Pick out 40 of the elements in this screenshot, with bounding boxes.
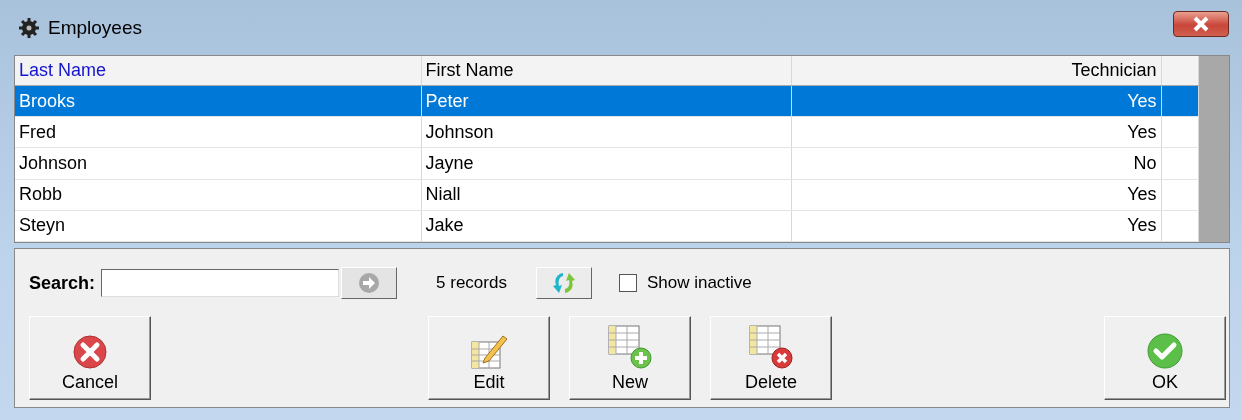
checkmark-icon — [1146, 332, 1184, 370]
table-cell: Yes — [791, 210, 1161, 242]
table-cell: No — [791, 147, 1161, 180]
refresh-icon — [550, 270, 577, 296]
table-cell: Niall — [421, 179, 791, 211]
close-icon — [1191, 15, 1211, 32]
window-title: Employees — [48, 16, 142, 39]
gear-icon — [18, 16, 40, 39]
column-header[interactable]: Last Name — [15, 56, 421, 86]
column-header[interactable]: Technician — [791, 56, 1161, 86]
refresh-button[interactable] — [535, 267, 592, 299]
delete-button[interactable]: Delete — [710, 316, 832, 400]
ok-button[interactable]: OK — [1104, 316, 1226, 400]
table-cell: Johnson — [15, 147, 421, 180]
search-label: Search: — [29, 272, 96, 294]
go-button[interactable] — [341, 267, 398, 299]
table-cell: Jayne — [421, 147, 791, 180]
cancel-button[interactable]: Cancel — [29, 316, 151, 400]
table-cell: Yes — [791, 85, 1161, 117]
table-cell: Brooks — [15, 85, 421, 117]
table-cell: Yes — [791, 179, 1161, 211]
cancel-icon — [72, 334, 108, 370]
search-field[interactable] — [101, 269, 340, 297]
table-cell: Steyn — [15, 210, 421, 242]
record-count: 5 records — [436, 273, 507, 293]
new-button[interactable]: New — [569, 316, 691, 400]
table-delete-icon — [748, 324, 794, 370]
table-cell: Peter — [421, 85, 791, 117]
checkbox-label: Show inactive — [646, 273, 752, 293]
checkbox[interactable] — [618, 274, 637, 292]
table-cell: Yes — [791, 116, 1161, 148]
edit-button[interactable]: Edit — [428, 316, 550, 400]
table-plus-icon — [607, 324, 653, 370]
table-cell: Robb — [15, 179, 421, 211]
table-cell: Jake — [421, 210, 791, 242]
close-button[interactable] — [1173, 10, 1229, 37]
table-cell: Johnson — [421, 116, 791, 148]
column-header[interactable]: First Name — [421, 56, 791, 86]
scrollbar[interactable] — [1198, 56, 1229, 242]
table-cell: Fred — [15, 116, 421, 148]
